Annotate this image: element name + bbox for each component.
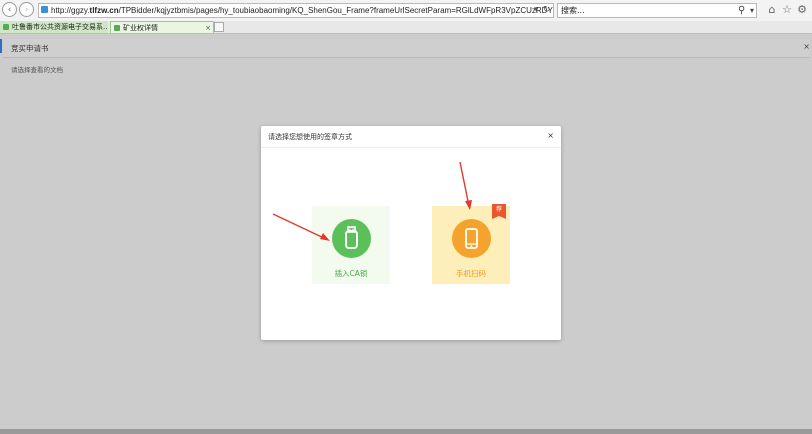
tab-favicon-icon [3,24,9,30]
search-input[interactable]: 搜索... [557,3,757,18]
tab-close-icon[interactable]: × [205,22,211,33]
page-title: 竞买申请书 [11,44,49,53]
search-icon[interactable]: ⚲ [738,3,745,18]
tab-bar: 吐鲁番市公共资源电子交易系... 矿业权详情 × [0,21,812,34]
phone-scan-option[interactable]: 荐 手机扫码 [432,204,510,284]
recommended-badge: 荐 [492,204,506,219]
favorites-star-icon[interactable]: ☆ [781,4,793,16]
settings-gear-icon[interactable]: ⚙ [796,4,808,16]
home-icon[interactable]: ⌂ [766,4,778,16]
usb-key-icon [345,226,358,249]
new-tab-button[interactable] [214,22,224,32]
panel-close-icon[interactable]: × [803,42,810,51]
phone-icon [465,228,478,249]
dialog-title: 请选择您想使用的签章方式 [268,133,352,141]
url-field[interactable]: http://ggzy.tlfzw.cn/TPBidder/kqjyztbmis… [38,3,554,18]
refresh-icon[interactable]: ↻ [543,3,551,18]
forward-button-icon[interactable]: › [19,2,34,17]
active-indicator [0,39,2,53]
panel-header: 竞买申请书 × [3,39,810,58]
search-dropdown-icon[interactable]: ▾ [750,3,754,18]
url-path: /TPBidder/kqjyztbmis/pages/hy_toubiaobao… [118,6,553,15]
tab-label: 吐鲁番市公共资源电子交易系... [12,23,108,31]
url-domain: tlfzw.cn [89,6,119,15]
bottom-strip [0,429,812,434]
url-prefix: http://ggzy. [51,6,90,15]
signature-method-dialog: 请选择您想使用的签章方式 × 插入CA锁 荐 手机扫码 [261,126,561,340]
back-button-icon[interactable]: ‹ [2,2,17,17]
phone-icon-circle [452,219,491,258]
tab-favicon-icon [114,25,120,31]
dialog-close-icon[interactable]: × [547,131,554,140]
tab-label: 矿业权详情 [123,24,158,32]
dialog-header: 请选择您想使用的签章方式 × [261,126,561,148]
address-bar: ‹ › http://ggzy.tlfzw.cn/TPBidder/kqjyzt… [0,0,812,22]
dropdown-icon[interactable]: ▾ [534,3,539,18]
ca-option-label: 插入CA锁 [334,269,368,278]
phone-option-label: 手机扫码 [456,269,486,278]
site-favicon-icon [41,6,48,13]
tab-trade-system[interactable]: 吐鲁番市公共资源电子交易系... [0,21,108,33]
ca-icon-circle [332,219,371,258]
document-hint: 请选择查看的文档 [11,66,63,74]
insert-ca-lock-option[interactable]: 插入CA锁 [312,206,390,284]
tab-mining-detail[interactable]: 矿业权详情 × [110,21,214,33]
